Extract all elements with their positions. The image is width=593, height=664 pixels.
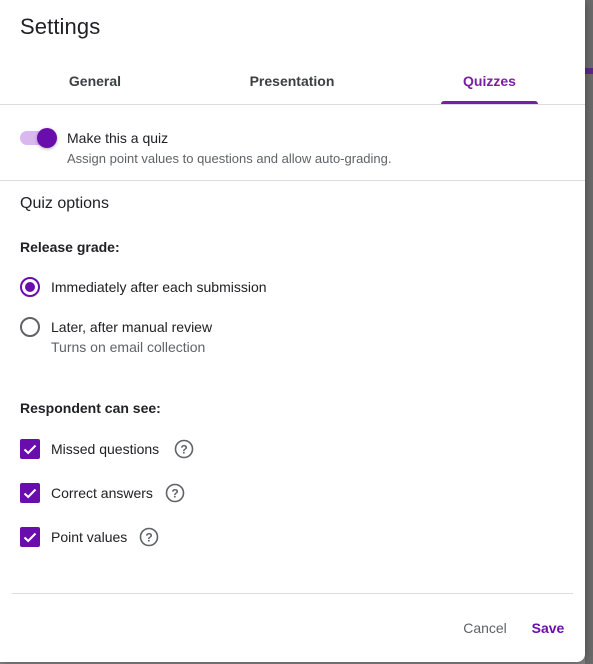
tab-presentation[interactable]: Presentation	[232, 60, 352, 104]
background-accent	[585, 68, 593, 74]
settings-dialog: Settings General Presentation Quizzes Ma…	[0, 0, 585, 662]
make-quiz-label: Make this a quiz	[67, 130, 169, 146]
correct-answers-checkbox[interactable]	[20, 483, 40, 503]
svg-text:?: ?	[145, 531, 152, 545]
svg-text:?: ?	[171, 487, 178, 501]
release-immediately-radio[interactable]	[20, 277, 40, 297]
missed-questions-label[interactable]: Missed questions	[51, 441, 159, 457]
tab-general[interactable]: General	[48, 60, 142, 104]
svg-text:?: ?	[180, 443, 187, 457]
release-immediately-label[interactable]: Immediately after each submission	[51, 279, 267, 295]
check-icon	[23, 532, 37, 543]
make-quiz-toggle[interactable]	[20, 128, 57, 148]
tab-general-label: General	[68, 73, 122, 89]
help-icon[interactable]: ?	[165, 483, 185, 503]
section-divider	[0, 180, 585, 181]
make-quiz-row: Make this a quiz Assign point values to …	[0, 105, 585, 180]
release-grade-heading: Release grade:	[20, 239, 120, 255]
make-quiz-description: Assign point values to questions and all…	[67, 151, 392, 166]
release-later-label[interactable]: Later, after manual review	[51, 319, 212, 335]
quiz-options-title: Quiz options	[20, 195, 109, 212]
release-later-description: Turns on email collection	[51, 339, 206, 355]
toggle-thumb	[37, 128, 57, 148]
point-values-checkbox[interactable]	[20, 527, 40, 547]
correct-answers-label[interactable]: Correct answers	[51, 485, 153, 501]
release-later-radio[interactable]	[20, 317, 40, 337]
footer-divider	[12, 593, 573, 594]
tab-quizzes[interactable]: Quizzes	[441, 60, 538, 104]
background-strip	[585, 0, 593, 664]
save-button[interactable]: Save	[524, 612, 572, 644]
respondent-heading: Respondent can see:	[20, 400, 161, 416]
missed-questions-checkbox[interactable]	[20, 439, 40, 459]
tab-presentation-label: Presentation	[249, 73, 335, 89]
cancel-button[interactable]: Cancel	[456, 612, 514, 644]
help-icon[interactable]: ?	[174, 439, 194, 459]
help-icon[interactable]: ?	[139, 527, 159, 547]
check-icon	[23, 444, 37, 455]
check-icon	[23, 488, 37, 499]
dialog-title: Settings	[20, 14, 101, 39]
tab-quizzes-label: Quizzes	[463, 73, 516, 89]
tab-bar: General Presentation Quizzes	[0, 60, 585, 104]
point-values-label[interactable]: Point values	[51, 529, 127, 545]
